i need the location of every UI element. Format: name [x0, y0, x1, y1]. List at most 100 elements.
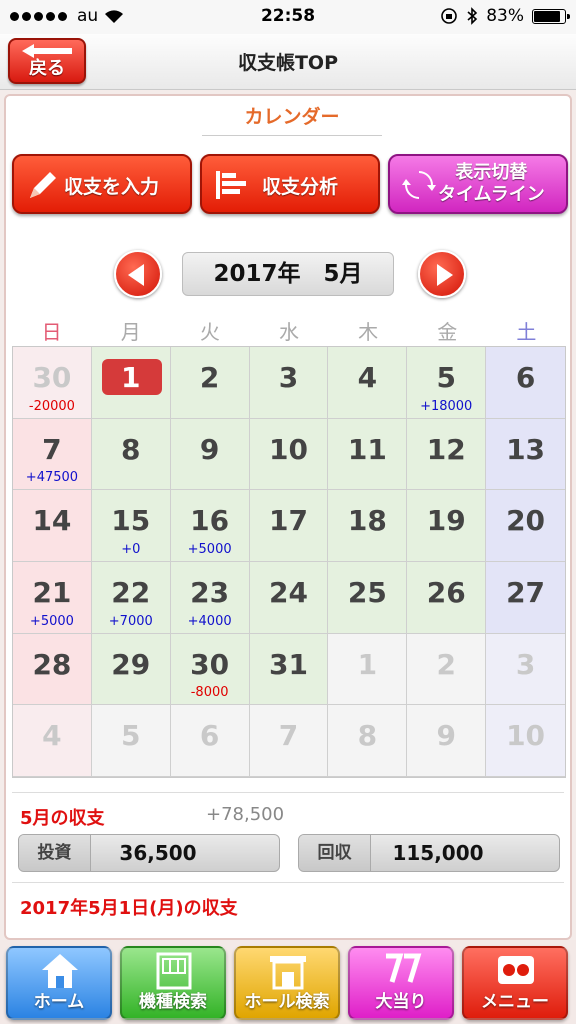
- day-number: 30: [32, 361, 72, 394]
- day-number: 6: [199, 719, 220, 753]
- tab-home[interactable]: ホーム: [6, 946, 112, 1020]
- calendar-day[interactable]: 3: [249, 347, 329, 419]
- left-arrow-icon: [128, 264, 144, 286]
- calendar-day[interactable]: 4: [328, 347, 408, 419]
- day-number: 24: [269, 575, 308, 609]
- day-number: 14: [32, 504, 72, 538]
- calendar-day[interactable]: 8: [328, 705, 408, 777]
- day-number: 3: [515, 647, 536, 681]
- calendar-day[interactable]: 25: [328, 561, 408, 634]
- hall-search-icon: [270, 956, 306, 990]
- day-amount: +5000: [29, 613, 74, 629]
- calendar-day[interactable]: 26: [407, 561, 487, 634]
- day-amount: +0: [121, 541, 141, 557]
- calendar-day[interactable]: 30 -8000: [170, 633, 250, 706]
- prev-month-button[interactable]: [114, 250, 162, 298]
- section-title: カレンダー: [202, 102, 382, 136]
- day-number: 9: [436, 719, 456, 753]
- day-number: 29: [111, 647, 151, 681]
- divider: [12, 882, 564, 883]
- day-amount: +4000: [187, 613, 232, 629]
- calendar-day[interactable]: 16 +5000: [170, 490, 250, 562]
- calendar-day[interactable]: 31: [249, 633, 329, 706]
- next-month-button[interactable]: [418, 250, 466, 298]
- calendar-day[interactable]: 19: [407, 490, 487, 562]
- day-number: 6: [515, 361, 536, 394]
- calendar-day[interactable]: 27: [486, 561, 565, 634]
- calendar-day[interactable]: 8: [91, 418, 171, 491]
- bar-chart-icon: [216, 171, 246, 199]
- day-amount: -8000: [190, 685, 229, 701]
- day-number: 4: [357, 361, 378, 394]
- weekday-label: 日: [41, 320, 62, 344]
- tab-machine-search[interactable]: 機種検索: [120, 946, 226, 1020]
- calendar-day[interactable]: 9: [407, 705, 487, 777]
- calendar-day[interactable]: 5 +18000: [407, 347, 487, 419]
- calendar-panel: カレンダー 収支を入力 収支分析 表示切替 タイムライン 2017年 5月 日 月…: [4, 94, 572, 940]
- calendar-day[interactable]: 15 +0: [91, 490, 171, 562]
- tab-hall-search[interactable]: ホール検索: [234, 946, 340, 1020]
- calendar-day[interactable]: 23 +4000: [170, 561, 250, 634]
- day-number: 16: [190, 504, 230, 538]
- display-toggle-button[interactable]: 表示切替 タイムライン: [388, 154, 568, 214]
- calendar-day[interactable]: 12: [407, 418, 487, 491]
- monthly-total: +78,500: [206, 804, 285, 825]
- calendar-day[interactable]: 13: [486, 418, 565, 491]
- divider: [12, 792, 564, 793]
- input-record-button[interactable]: 収支を入力: [12, 154, 192, 214]
- calendar-day[interactable]: 10: [249, 418, 329, 491]
- day-number: 31: [269, 647, 308, 681]
- pencil-icon: [30, 172, 56, 198]
- calendar-day[interactable]: 1: [328, 633, 408, 706]
- calendar-day[interactable]: 14: [13, 490, 92, 562]
- day-number: 2: [199, 361, 220, 394]
- status-right: 83%: [440, 6, 570, 26]
- calendar-day[interactable]: 30 -20000: [13, 347, 92, 419]
- calendar-day[interactable]: 6: [170, 705, 250, 777]
- calendar-day[interactable]: 2: [170, 347, 250, 419]
- battery-icon: [532, 8, 570, 24]
- day-number: 2: [436, 647, 456, 681]
- day-number: 1: [357, 647, 378, 681]
- calendar-day[interactable]: 6: [486, 347, 565, 419]
- day-number: 8: [121, 432, 141, 466]
- tab-jackpot[interactable]: 大当り: [348, 946, 454, 1020]
- day-number: 30: [190, 647, 230, 681]
- calendar-day[interactable]: 18: [328, 490, 408, 562]
- analysis-label: 収支分析: [262, 176, 339, 198]
- calendar-day[interactable]: 20: [486, 490, 565, 562]
- analysis-button[interactable]: 収支分析: [200, 154, 380, 214]
- monthly-summary-label: 5月の収支: [20, 808, 105, 829]
- tab-bar: ホーム 機種検索 ホール検索 大当り メニュー: [0, 940, 576, 1024]
- calendar-day[interactable]: 7 +47500: [13, 418, 92, 491]
- selected-day-label: 2017年5月1日(月)の収支: [20, 898, 238, 919]
- day-number: 28: [32, 647, 72, 681]
- status-bar: au 22:58 83%: [0, 0, 576, 34]
- calendar-day[interactable]: 17: [249, 490, 329, 562]
- day-number: 5: [436, 361, 456, 394]
- day-amount: +7000: [108, 613, 153, 629]
- calendar-day[interactable]: 9: [170, 418, 250, 491]
- collect-label: 回収: [299, 835, 371, 871]
- calendar-day[interactable]: 21 +5000: [13, 561, 92, 634]
- calendar-day[interactable]: 24: [249, 561, 329, 634]
- day-number: 11: [347, 432, 387, 466]
- calendar-day[interactable]: 11: [328, 418, 408, 491]
- day-number: 20: [506, 504, 546, 538]
- day-number: 4: [42, 719, 62, 753]
- calendar-day[interactable]: 2: [407, 633, 487, 706]
- calendar-day[interactable]: 10: [486, 705, 565, 777]
- tab-menu[interactable]: メニュー: [462, 946, 568, 1020]
- calendar-day[interactable]: 5: [91, 705, 171, 777]
- weekday-label: 土: [516, 320, 537, 344]
- calendar-day[interactable]: 3: [486, 633, 565, 706]
- calendar-day[interactable]: 4: [13, 705, 92, 777]
- orientation-lock-icon: [441, 8, 458, 24]
- calendar-day[interactable]: 22 +7000: [91, 561, 171, 634]
- calendar-day[interactable]: 7: [249, 705, 329, 777]
- day-number: 25: [347, 575, 387, 609]
- calendar-day-today[interactable]: 1: [91, 347, 171, 419]
- calendar-day[interactable]: 29: [91, 633, 171, 706]
- day-number: 15: [111, 504, 151, 538]
- calendar-day[interactable]: 28: [13, 633, 92, 706]
